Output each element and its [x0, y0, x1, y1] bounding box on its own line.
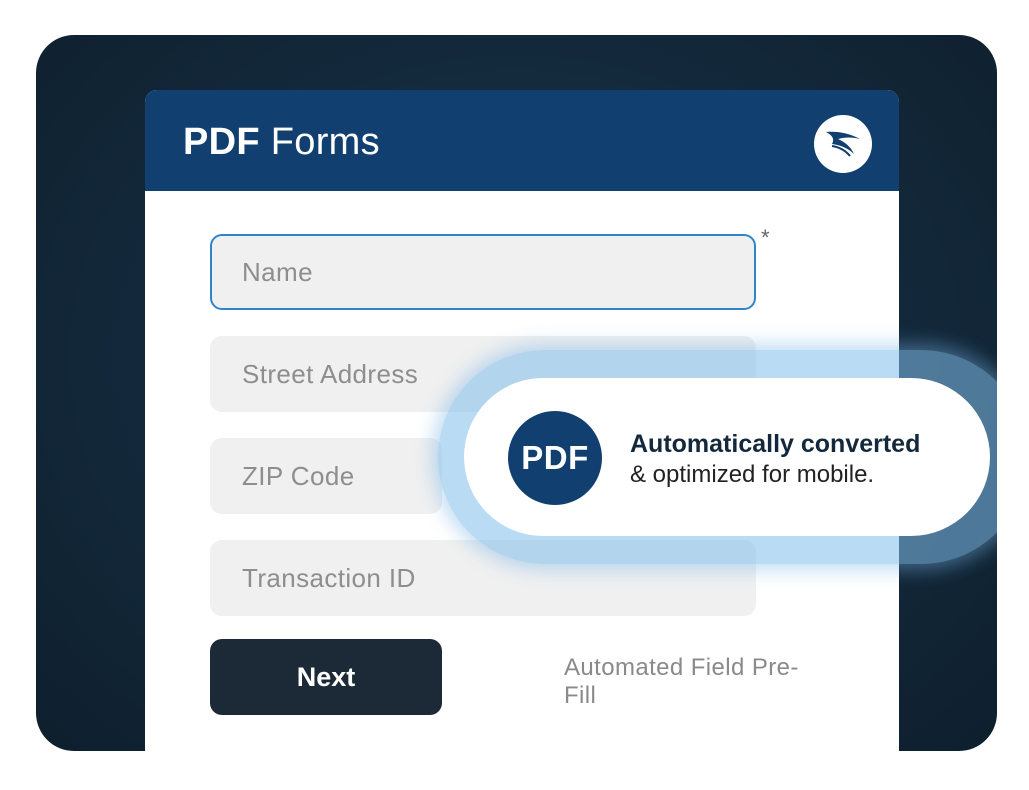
- title-rest: Forms: [270, 121, 380, 163]
- pdf-badge: PDF: [508, 411, 602, 505]
- prefill-note: Automated Field Pre-Fill: [564, 654, 799, 709]
- zip-code-input[interactable]: [210, 438, 442, 514]
- form-header: PDF Forms: [145, 90, 899, 191]
- conversion-callout: PDF Automatically converted & optimized …: [464, 378, 990, 536]
- next-button[interactable]: Next: [210, 639, 442, 715]
- callout-headline: Automatically converted: [630, 430, 921, 458]
- page-title: PDF Forms: [183, 121, 380, 164]
- background-stage: PDF Forms * Next Automated Field Pre-Fil…: [36, 35, 997, 751]
- paper-plane-icon: [814, 115, 872, 173]
- callout-text: Automatically converted & optimized for …: [630, 428, 980, 490]
- callout-subline: & optimized for mobile.: [630, 461, 875, 488]
- title-bold: PDF: [183, 121, 260, 163]
- name-input[interactable]: [210, 234, 756, 310]
- required-indicator: *: [761, 225, 770, 250]
